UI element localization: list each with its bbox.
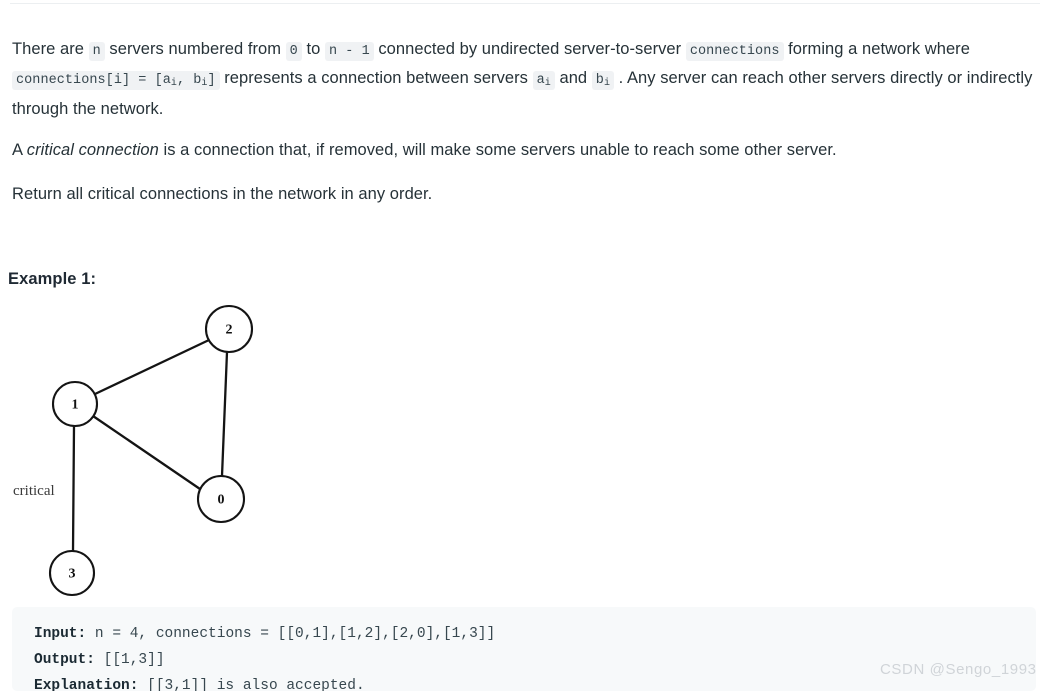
code-ai-sub: i	[544, 78, 551, 89]
inline-code-n-minus-1: n - 1	[324, 41, 374, 61]
code-ai-base: a	[536, 73, 545, 88]
code-part-a: connections[i] = [a	[16, 73, 171, 88]
code-bi-base: b	[595, 73, 604, 88]
code-bi-sub: i	[603, 78, 610, 89]
code-part-b: , b	[176, 73, 202, 88]
node-2-label: 2	[226, 323, 233, 338]
intro-text-1: There are	[12, 39, 89, 58]
graph-node-1: 1	[51, 380, 99, 428]
intro-text-7: and	[554, 69, 592, 87]
inline-code-connections: connections	[685, 41, 784, 61]
csdn-watermark: CSDN @Sengo_1993	[880, 661, 1037, 678]
return-statement: Return all critical connections in the n…	[12, 184, 433, 203]
intro-text-6: represents a connection between servers	[219, 69, 533, 87]
inline-code-connections-assign: connections[i] = [ai, bi]	[12, 71, 220, 90]
intro-text-3: to	[301, 39, 325, 58]
intro-text-2: servers numbered from	[104, 39, 286, 58]
inline-code-n: n	[88, 41, 105, 61]
graph-node-0: 0	[196, 474, 246, 524]
graph-edge-2-0	[220, 350, 229, 478]
graph-node-2: 2	[204, 304, 254, 354]
input-value: n = 4, connections = [[0,1],[1,2],[2,0],…	[86, 626, 496, 642]
node-1-label: 1	[72, 398, 79, 413]
output-value: [[1,3]]	[94, 652, 165, 668]
code-sub-i-2: i	[201, 78, 208, 89]
output-label: Output:	[34, 652, 95, 668]
example-code-block: Input: n = 4, connections = [[0,1],[1,2]…	[12, 607, 1036, 691]
code-part-c: ]	[207, 73, 216, 88]
top-divider	[10, 3, 1040, 4]
inline-code-zero: 0	[285, 41, 302, 61]
inline-code-bi: bi	[591, 71, 614, 90]
critical-edge-label: critical	[13, 483, 55, 499]
node-3-label: 3	[69, 567, 76, 582]
inline-code-ai: ai	[532, 71, 555, 90]
definition-suffix: is a connection that, if removed, will m…	[158, 140, 837, 159]
graph-node-3: 3	[48, 549, 96, 597]
input-label: Input:	[34, 626, 87, 642]
explanation-value: [[3,1]] is also accepted.	[138, 678, 365, 691]
intro-text-5: forming a network where	[783, 39, 970, 58]
graph-edges	[71, 338, 229, 553]
problem-statement-intro: There are n servers numbered from 0 to n…	[12, 36, 1036, 123]
intro-text-4: connected by undirected server-to-server	[373, 39, 686, 58]
graph-edge-1-2	[93, 338, 211, 396]
critical-connection-definition: A critical connection is a connection th…	[12, 137, 1036, 164]
code-line-input: Input: n = 4, connections = [[0,1],[1,2]…	[34, 621, 1036, 647]
node-0-label: 0	[218, 493, 225, 508]
code-sub-i-1: i	[170, 78, 177, 89]
example-graph-figure: 2 1 0 3 critical	[0, 283, 300, 603]
graph-edge-1-3-critical	[71, 424, 76, 553]
graph-edge-1-0	[91, 414, 202, 491]
graph-nodes: 2 1 0 3	[48, 304, 254, 597]
problem-page: There are n servers numbered from 0 to n…	[0, 0, 1048, 691]
explanation-label: Explanation:	[34, 678, 139, 691]
definition-prefix: A	[12, 140, 27, 159]
critical-connection-emphasis: critical connection	[26, 140, 159, 159]
